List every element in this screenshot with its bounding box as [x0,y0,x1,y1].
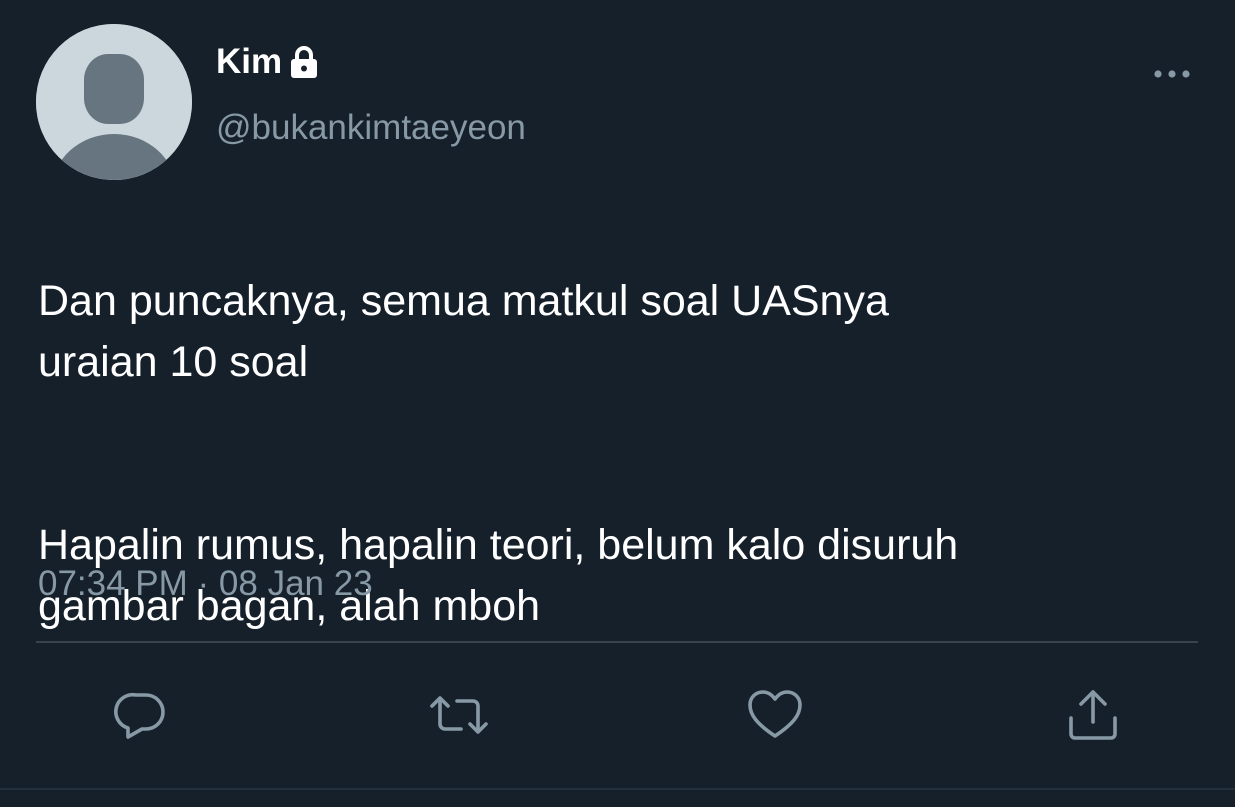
share-icon [1069,690,1117,740]
tweet-card: Kim @bukankimtaeyeon Dan puncaknya, semu… [0,0,1235,807]
tweet-text: Dan puncaknya, semua matkul soal UASnya … [38,210,1218,698]
author-name-row[interactable]: Kim [216,40,320,84]
bottom-border [0,788,1235,790]
divider [36,641,1198,643]
reply-icon [114,692,165,739]
retweet-button[interactable] [424,680,494,750]
tweet-timestamp[interactable]: 07:34 PM · 08 Jan 23 [38,562,373,606]
share-button[interactable] [1058,680,1128,750]
tweet-paragraph-1: Dan puncaknya, semua matkul soal UASnya … [38,277,889,386]
lock-icon [288,45,320,79]
action-bar [0,680,1235,750]
more-options-icon[interactable] [1148,56,1196,92]
author-handle[interactable]: @bukankimtaeyeon [216,106,526,150]
heart-icon [748,690,802,738]
like-button[interactable] [740,680,810,750]
avatar[interactable] [36,24,192,180]
retweet-icon [430,696,488,734]
reply-button[interactable] [106,680,176,750]
default-avatar-icon [36,24,192,180]
author-display-name[interactable]: Kim [216,40,282,84]
